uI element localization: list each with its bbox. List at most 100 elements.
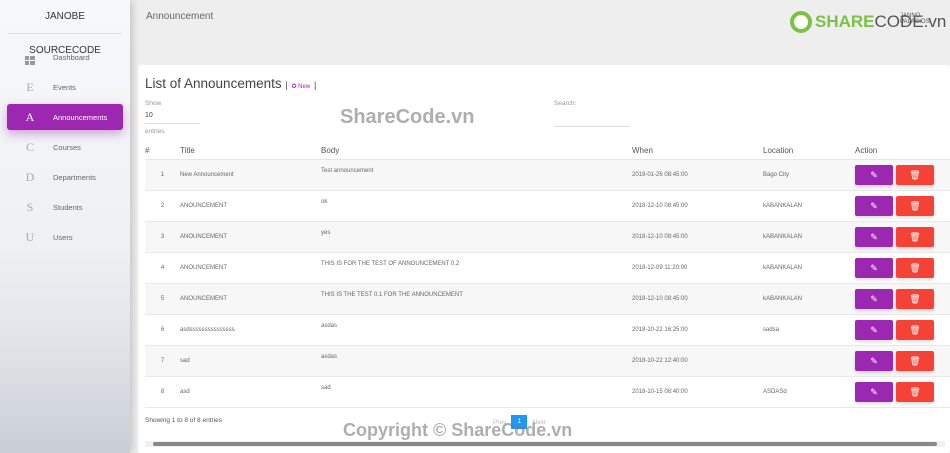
sidebar-item-label: Courses bbox=[53, 142, 81, 152]
letter-c-icon: C bbox=[25, 139, 34, 154]
cell: ANOUNCEMENT bbox=[180, 252, 321, 284]
new-announcement-link[interactable]: ✪ New bbox=[291, 84, 310, 90]
watermark-bottom: Copyright © ShareCode.vn bbox=[343, 420, 573, 440]
cell: ASDASd bbox=[763, 376, 855, 408]
letter-d-icon: D bbox=[25, 169, 35, 184]
column-header[interactable]: # bbox=[145, 143, 180, 160]
user-name[interactable]: JANNO PALACIOS bbox=[900, 13, 950, 25]
scrollbar-thumb[interactable] bbox=[153, 442, 937, 446]
entries-label: entries bbox=[145, 128, 165, 135]
edit-icon: ✎ bbox=[870, 386, 878, 397]
edit-button[interactable]: ✎ bbox=[855, 164, 893, 185]
action-cell: ✎ 🗑 bbox=[855, 314, 950, 346]
sidebar-item-announcements[interactable]: A Announcements bbox=[7, 104, 123, 130]
edit-button[interactable]: ✎ bbox=[855, 195, 893, 216]
sidebar-item-departments[interactable]: D Departments bbox=[7, 162, 123, 192]
column-header[interactable]: Location bbox=[763, 143, 855, 160]
action-cell: ✎ 🗑 bbox=[855, 345, 950, 377]
cell: 3 bbox=[145, 221, 180, 253]
table-info: Showing 1 to 8 of 8 entries bbox=[145, 417, 222, 424]
horizontal-scrollbar[interactable] bbox=[145, 441, 945, 447]
sidebar-item-label: Dashboard bbox=[53, 52, 90, 62]
cell: 8 bbox=[145, 376, 180, 408]
edit-icon: ✎ bbox=[870, 231, 878, 242]
cell: THIS IS FOR THE TEST OF ANNOUNCEMENT 0.2 bbox=[321, 252, 632, 284]
table-row: 4 ANOUNCEMENT THIS IS FOR THE TEST OF ANNO… bbox=[145, 252, 950, 284]
sidebar-item-students[interactable]: S Students bbox=[7, 192, 123, 222]
show-label: Show bbox=[145, 100, 162, 107]
edit-button[interactable]: ✎ bbox=[855, 288, 893, 309]
cell: 4 bbox=[145, 252, 180, 284]
trash-icon: 🗑 bbox=[909, 169, 921, 180]
column-header[interactable]: When bbox=[632, 143, 763, 160]
letter-a-icon: A bbox=[25, 109, 35, 124]
sidebar: JANOBE SOURCECODE Dashboard E Events A Annou… bbox=[0, 0, 130, 453]
announcements-card: List of Announcements | ✪ New | Show 10 … bbox=[138, 65, 950, 453]
edit-button[interactable]: ✎ bbox=[855, 226, 893, 247]
cell: 2019-01-26 08:45:00 bbox=[632, 159, 763, 191]
action-cell: ✎ 🗑 bbox=[855, 252, 950, 284]
letter-s-icon: S bbox=[26, 199, 34, 214]
search-input[interactable] bbox=[554, 115, 630, 127]
logo-icon bbox=[790, 11, 812, 33]
cell: ANOUNCEMENT bbox=[180, 190, 321, 222]
sidebar-item-label: Events bbox=[53, 82, 76, 92]
table-row: 2 ANOUNCEMENT ok 2018-12-10 08:45:00 kABANKA… bbox=[145, 190, 950, 222]
search-label: Search: bbox=[554, 100, 577, 107]
dashboard-icon bbox=[23, 49, 37, 65]
cell: yes bbox=[321, 221, 632, 253]
sidebar-item-dashboard[interactable]: Dashboard bbox=[7, 42, 123, 72]
cell: sad bbox=[321, 376, 632, 408]
sidebar-item-users[interactable]: U Users bbox=[7, 222, 123, 252]
column-header[interactable]: Title bbox=[180, 143, 321, 160]
letter-u-icon: U bbox=[25, 229, 35, 244]
table-row: 1 New Announcement Test announcement 2019-0… bbox=[145, 159, 950, 191]
delete-button[interactable]: 🗑 bbox=[896, 257, 934, 278]
edit-icon: ✎ bbox=[870, 293, 878, 304]
sidebar-nav: Dashboard E Events A Announcements C Courses D D… bbox=[0, 42, 130, 252]
brand: JANOBE SOURCECODE bbox=[8, 0, 122, 56]
watermark-center: ShareCode.vn bbox=[340, 106, 475, 128]
sidebar-item-label: Students bbox=[53, 202, 83, 212]
delete-button[interactable]: 🗑 bbox=[896, 319, 934, 340]
delete-button[interactable]: 🗑 bbox=[896, 164, 934, 185]
entries-length-select[interactable]: 10 bbox=[145, 112, 200, 124]
trash-icon: 🗑 bbox=[909, 324, 921, 335]
trash-icon: 🗑 bbox=[909, 386, 921, 397]
action-cell: ✎ 🗑 bbox=[855, 159, 950, 191]
delete-button[interactable]: 🗑 bbox=[896, 350, 934, 371]
cell: 2018-10-15 08:40:00 bbox=[632, 376, 763, 408]
cell: 2018-12-09 11:20:00 bbox=[632, 252, 763, 284]
column-header[interactable]: Action bbox=[855, 143, 950, 160]
delete-button[interactable]: 🗑 bbox=[896, 195, 934, 216]
delete-button[interactable]: 🗑 bbox=[896, 381, 934, 402]
trash-icon: 🗑 bbox=[909, 293, 921, 304]
edit-button[interactable]: ✎ bbox=[855, 319, 893, 340]
edit-button[interactable]: ✎ bbox=[855, 381, 893, 402]
cell: 2 bbox=[145, 190, 180, 222]
trash-icon: 🗑 bbox=[909, 231, 921, 242]
delete-button[interactable]: 🗑 bbox=[896, 288, 934, 309]
edit-button[interactable]: ✎ bbox=[855, 257, 893, 278]
cell: 7 bbox=[145, 345, 180, 377]
sidebar-item-courses[interactable]: C Courses bbox=[7, 132, 123, 162]
cell: 2018-10-22 16:25:00 bbox=[632, 314, 763, 346]
edit-icon: ✎ bbox=[870, 200, 878, 211]
action-cell: ✎ 🗑 bbox=[855, 376, 950, 408]
table-row: 5 ANOUNCEMENT THIS IS THE TEST 0.1 FOR THE… bbox=[145, 283, 950, 315]
sidebar-item-events[interactable]: E Events bbox=[7, 72, 123, 102]
cell: asdas bbox=[321, 345, 632, 377]
cell: asdas bbox=[321, 314, 632, 346]
table-row: 8 asd sad 2018-10-15 08:40:00 ASDASd ✎ 🗑 bbox=[145, 376, 950, 408]
edit-icon: ✎ bbox=[870, 355, 878, 366]
delete-button[interactable]: 🗑 bbox=[896, 226, 934, 247]
action-cell: ✎ 🗑 bbox=[855, 190, 950, 222]
edit-button[interactable]: ✎ bbox=[855, 350, 893, 371]
cell: 2018-12-10 08:45:00 bbox=[632, 190, 763, 222]
edit-icon: ✎ bbox=[870, 324, 878, 335]
column-header[interactable]: Body bbox=[321, 143, 632, 160]
trash-icon: 🗑 bbox=[909, 262, 921, 273]
announcements-table: # Title Body When Location Action 1 New Announ… bbox=[145, 143, 950, 408]
cell: ANOUNCEMENT bbox=[180, 221, 321, 253]
cell: Bago City bbox=[763, 159, 855, 191]
